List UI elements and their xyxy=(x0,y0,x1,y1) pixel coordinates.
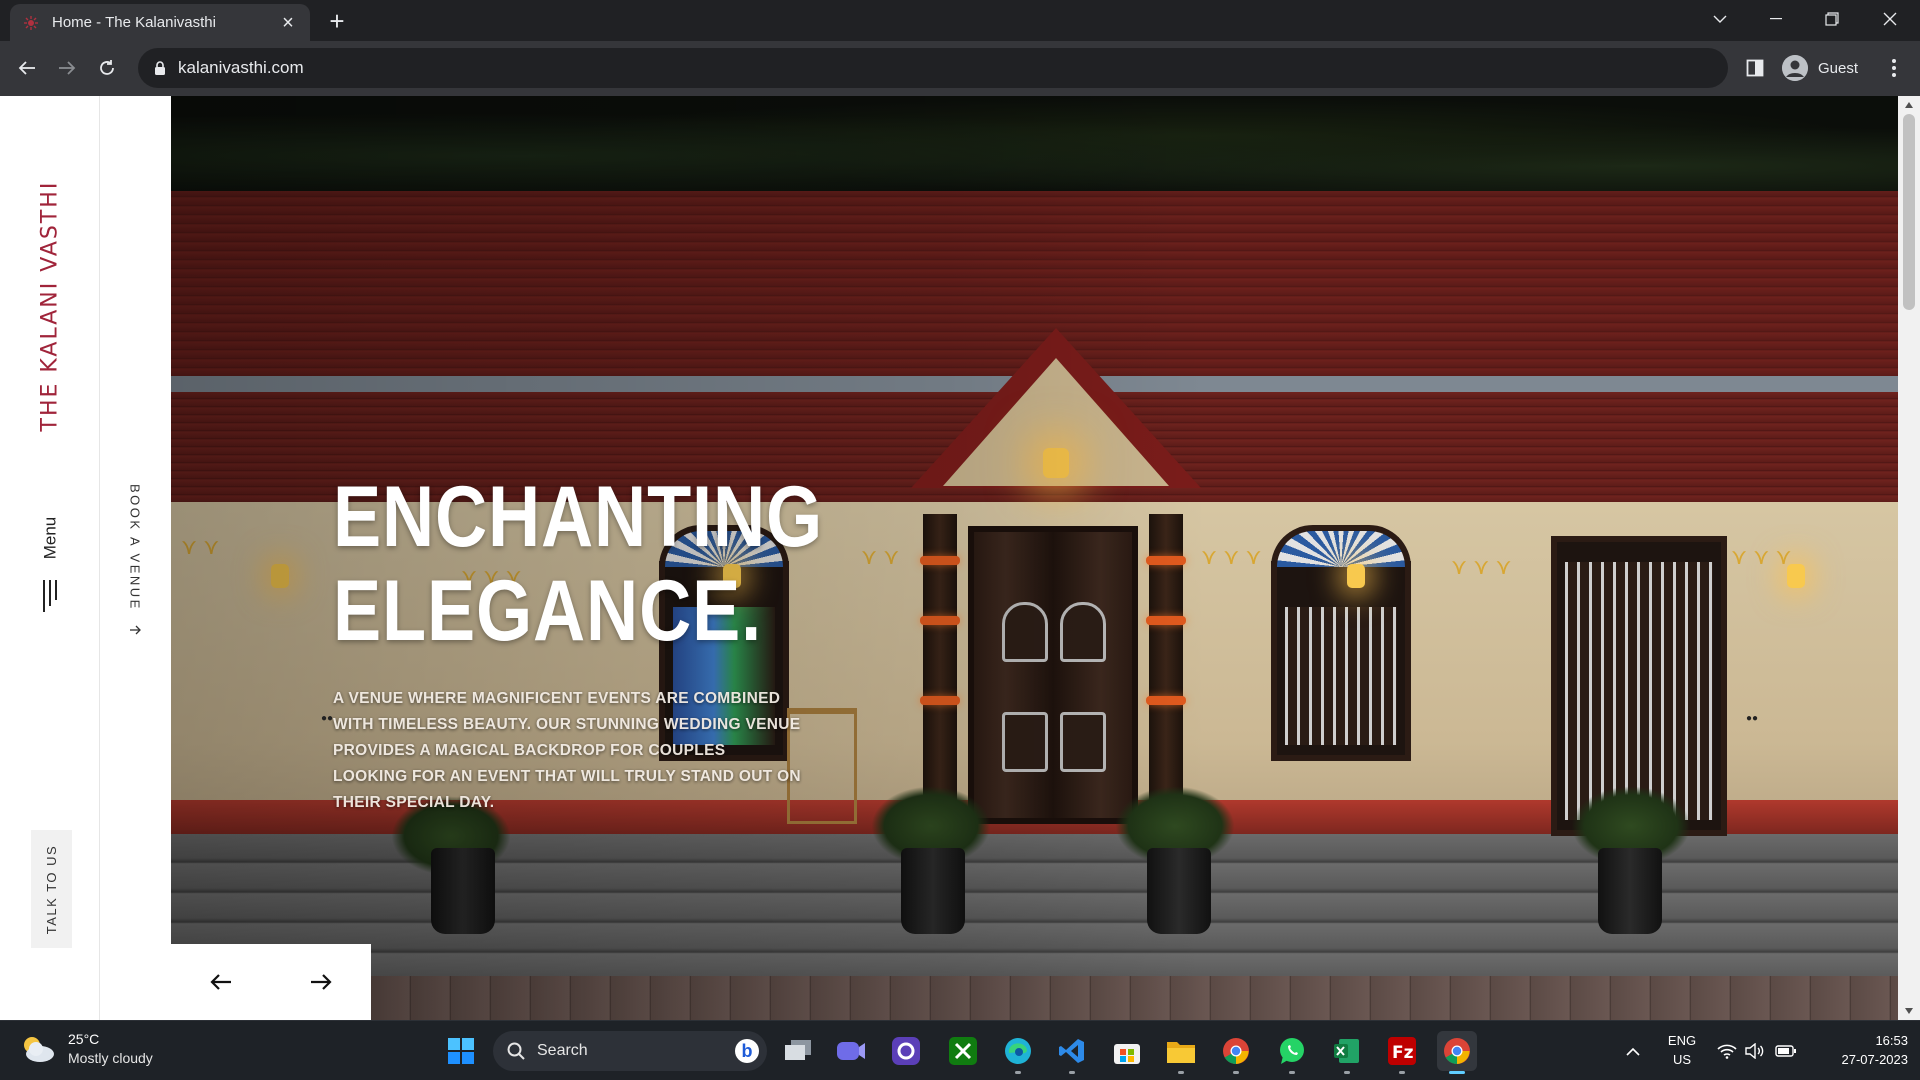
next-slide-button[interactable] xyxy=(301,962,341,1002)
filezilla-icon[interactable]: Fz xyxy=(1382,1031,1422,1074)
clock-date: 27-07-2023 xyxy=(1841,1052,1909,1067)
side-panel-icon[interactable] xyxy=(1742,55,1768,81)
tab-title: Home - The Kalanivasthi xyxy=(52,14,216,31)
hero-subtitle: A venue where magnificent events are com… xyxy=(333,690,801,811)
hero-slide-image: ⋎ ⋎ ⋎ ⋎ ⋎ ⋎ ⋎ ⋎ ⋎ ⋎ ⋎ ⋎ ⋎ ⋎ ⋎ ⋎ ENCHANTI… xyxy=(171,96,1898,1020)
taskbar-search[interactable]: Search b xyxy=(493,1031,767,1071)
file-explorer-icon[interactable] xyxy=(1161,1031,1201,1074)
scroll-thumb[interactable] xyxy=(1903,114,1915,310)
edge-icon[interactable] xyxy=(998,1031,1038,1074)
lang-line2: US xyxy=(1672,1052,1692,1067)
book-rail: BOOK A VENUE xyxy=(101,96,171,1020)
chrome-active-icon[interactable] xyxy=(1437,1031,1477,1074)
forward-button[interactable] xyxy=(52,53,82,83)
slide-dots-right[interactable]: ●● xyxy=(1746,713,1758,724)
menu-toggle[interactable]: Menu xyxy=(30,516,70,612)
hero-heading-line2: ELEGANCE. xyxy=(333,563,763,659)
scroll-up-icon[interactable] xyxy=(1898,96,1920,114)
site-logo[interactable]: THE KALANI VASTHI xyxy=(38,181,63,432)
talk-to-us-button[interactable]: TALK TO US xyxy=(31,830,72,948)
chrome-icon[interactable] xyxy=(1216,1031,1256,1074)
close-window-button[interactable] xyxy=(1862,0,1918,38)
url-text: kalanivasthi.com xyxy=(178,58,304,77)
address-bar[interactable]: kalanivasthi.com xyxy=(138,48,1728,88)
xbox-icon[interactable] xyxy=(943,1031,983,1071)
tab-search-icon[interactable] xyxy=(1692,0,1748,38)
weather-widget[interactable]: 25°C Mostly cloudy xyxy=(20,1030,153,1068)
cloud-icon xyxy=(20,1035,56,1063)
slider-controls xyxy=(171,944,371,1020)
teams-icon[interactable] xyxy=(831,1031,871,1071)
volume-icon[interactable] xyxy=(1744,1021,1766,1080)
guest-avatar-icon xyxy=(1782,55,1808,81)
input-language[interactable]: ENG US xyxy=(1660,1031,1704,1069)
slide-dots-left[interactable]: ●● xyxy=(321,713,333,724)
arrow-right-icon xyxy=(129,623,141,640)
book-a-venue-label: BOOK A VENUE xyxy=(127,484,143,611)
prev-slide-button[interactable] xyxy=(201,962,241,1002)
menu-label: Menu xyxy=(40,516,59,560)
lang-line1: ENG xyxy=(1667,1033,1697,1048)
search-placeholder: Search xyxy=(537,1042,588,1059)
new-tab-button[interactable]: + xyxy=(323,8,351,36)
restore-button[interactable] xyxy=(1804,0,1860,38)
page-scrollbar[interactable] xyxy=(1898,96,1920,1020)
hamburger-icon xyxy=(43,580,57,612)
weather-condition: Mostly cloudy xyxy=(68,1050,153,1066)
windows-taskbar: 25°C Mostly cloudy Search b Fz ENG US 16… xyxy=(0,1020,1920,1080)
task-view-icon[interactable] xyxy=(778,1031,818,1071)
tab-close-icon[interactable]: × xyxy=(278,13,298,33)
arrow-right-icon xyxy=(311,974,332,990)
reload-button[interactable] xyxy=(92,53,122,83)
vscode-icon[interactable] xyxy=(1052,1031,1092,1074)
lock-icon[interactable] xyxy=(150,58,170,78)
search-icon xyxy=(507,1042,525,1060)
excel-icon[interactable] xyxy=(1327,1031,1367,1074)
start-icon[interactable] xyxy=(441,1031,481,1071)
clipchamp-icon[interactable] xyxy=(886,1031,926,1071)
profile-label: Guest xyxy=(1818,59,1859,77)
wifi-icon[interactable] xyxy=(1716,1021,1738,1080)
bing-icon[interactable]: b xyxy=(735,1039,759,1063)
show-hidden-icons-chevron-icon[interactable] xyxy=(1620,1021,1646,1080)
minimize-button[interactable] xyxy=(1748,0,1804,38)
tab-strip: Home - The Kalanivasthi × + xyxy=(0,0,1920,41)
weather-temp: 25°C xyxy=(68,1031,100,1047)
whatsapp-icon[interactable] xyxy=(1272,1031,1312,1074)
talk-to-us-label: TALK TO US xyxy=(44,844,60,934)
battery-icon[interactable] xyxy=(1774,1021,1798,1080)
arrow-left-icon xyxy=(210,974,231,990)
hero-heading: ENCHANTING ELEGANCE. xyxy=(333,469,823,659)
system-clock[interactable]: 16:53 27-07-2023 xyxy=(1808,1031,1909,1069)
book-a-venue-link[interactable]: BOOK A VENUE xyxy=(115,484,155,640)
browser-toolbar: kalanivasthi.com Guest xyxy=(0,41,1920,96)
site-favicon-icon xyxy=(22,14,40,32)
back-button[interactable] xyxy=(12,53,42,83)
scroll-down-icon[interactable] xyxy=(1898,1002,1920,1020)
brand-rail: THE KALANI VASTHI Menu TALK TO US xyxy=(0,96,100,1020)
clock-time: 16:53 xyxy=(1875,1033,1908,1048)
browser-tab-active[interactable]: Home - The Kalanivasthi × xyxy=(10,4,310,41)
profile-button[interactable]: Guest xyxy=(1778,51,1870,85)
store-icon[interactable] xyxy=(1107,1031,1147,1071)
browser-menu-icon[interactable] xyxy=(1882,55,1906,81)
hero-heading-line1: ENCHANTING xyxy=(333,469,823,565)
svg-text:Fz: Fz xyxy=(1392,1043,1414,1063)
page-viewport: THE KALANI VASTHI Menu TALK TO US BOOK A… xyxy=(0,96,1920,1020)
